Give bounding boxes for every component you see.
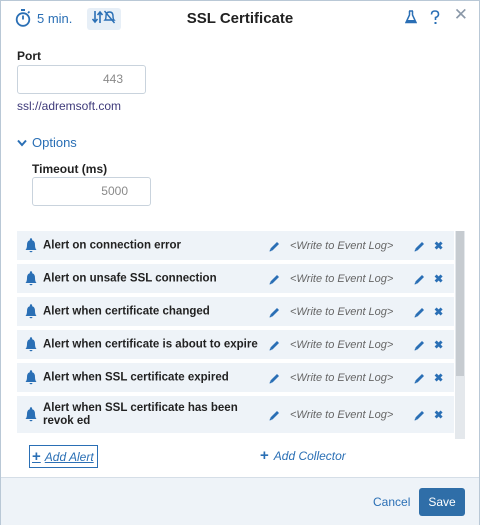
ssl-certificate-dialog: 5 min. SSL Certificate ✕ Port 443 ssl://…	[0, 0, 480, 525]
alerts-list: Alert on connection error <Write to Event…	[17, 231, 465, 439]
edit-alert-icon[interactable]	[268, 339, 281, 357]
remove-alert-icon[interactable]: ✖	[434, 408, 443, 421]
alert-action[interactable]: <Write to Event Log>	[290, 273, 393, 285]
edit-action-icon[interactable]	[413, 240, 426, 258]
remove-alert-icon[interactable]: ✖	[434, 239, 443, 252]
edit-action-icon[interactable]	[413, 306, 426, 324]
edit-alert-icon[interactable]	[268, 240, 281, 258]
bell-icon	[24, 270, 38, 287]
add-alert-button[interactable]: + Add Alert	[29, 445, 98, 468]
remove-alert-icon[interactable]: ✖	[434, 371, 443, 384]
alert-action[interactable]: <Write to Event Log>	[290, 306, 393, 318]
alert-action[interactable]: <Write to Event Log>	[290, 409, 393, 421]
alert-action[interactable]: <Write to Event Log>	[290, 372, 393, 384]
remove-alert-icon[interactable]: ✖	[434, 272, 443, 285]
alert-row[interactable]: Alert on connection error <Write to Event…	[17, 231, 454, 260]
bell-icon	[24, 303, 38, 320]
target-url: ssl://adremsoft.com	[17, 99, 122, 113]
bell-icon	[24, 237, 38, 254]
alert-name: Alert when SSL certificate expired	[43, 371, 229, 383]
flask-icon[interactable]	[404, 10, 418, 29]
bell-icon	[24, 336, 38, 353]
plus-icon: +	[32, 448, 41, 465]
chevron-down-icon	[17, 135, 27, 150]
dialog-footer: Cancel Save	[1, 477, 479, 525]
edit-alert-icon[interactable]	[268, 306, 281, 324]
alert-action[interactable]: <Write to Event Log>	[290, 339, 393, 351]
alerts-scrollbar-thumb[interactable]	[456, 231, 464, 376]
edit-action-icon[interactable]	[413, 339, 426, 357]
edit-action-icon[interactable]	[413, 409, 426, 427]
alert-action[interactable]: <Write to Event Log>	[290, 240, 393, 252]
edit-action-icon[interactable]	[413, 273, 426, 291]
add-collector-button[interactable]: + Add Collector	[260, 447, 346, 464]
alert-row[interactable]: Alert on unsafe SSL connection <Write to …	[17, 264, 454, 293]
bell-icon	[24, 406, 38, 423]
alert-name: Alert on connection error	[43, 239, 182, 251]
alert-name: Alert when certificate is about to expir…	[43, 338, 258, 350]
add-alert-label: Add Alert	[44, 449, 94, 464]
plus-icon: +	[260, 447, 269, 464]
options-toggle[interactable]: Options	[17, 135, 77, 150]
port-input[interactable]: 443	[17, 65, 146, 94]
timeout-label: Timeout (ms)	[32, 162, 108, 176]
cancel-button[interactable]: Cancel	[373, 495, 410, 509]
options-label: Options	[32, 135, 77, 150]
help-icon[interactable]	[429, 10, 441, 31]
alert-row[interactable]: Alert when certificate changed <Write to …	[17, 297, 454, 326]
alert-name: Alert when certificate changed	[43, 305, 210, 317]
add-collector-label: Add Collector	[273, 448, 346, 463]
alert-row[interactable]: Alert when SSL certificate expired <Write…	[17, 363, 454, 392]
close-icon[interactable]: ✕	[454, 6, 468, 23]
save-button[interactable]: Save	[419, 488, 465, 516]
edit-alert-icon[interactable]	[268, 409, 281, 427]
edit-alert-icon[interactable]	[268, 372, 281, 390]
remove-alert-icon[interactable]: ✖	[434, 305, 443, 318]
alert-name: Alert when SSL certificate has been revo…	[43, 401, 238, 427]
port-label: Port	[17, 49, 41, 63]
edit-action-icon[interactable]	[413, 372, 426, 390]
alert-name: Alert on unsafe SSL connection	[43, 272, 217, 284]
alert-row[interactable]: Alert when SSL certificate has been revo…	[17, 396, 454, 433]
dialog-header: 5 min. SSL Certificate ✕	[1, 1, 479, 37]
alert-row[interactable]: Alert when certificate is about to expir…	[17, 330, 454, 359]
bell-icon	[24, 369, 38, 386]
timeout-input[interactable]: 5000	[32, 177, 151, 206]
remove-alert-icon[interactable]: ✖	[434, 338, 443, 351]
edit-alert-icon[interactable]	[268, 273, 281, 291]
